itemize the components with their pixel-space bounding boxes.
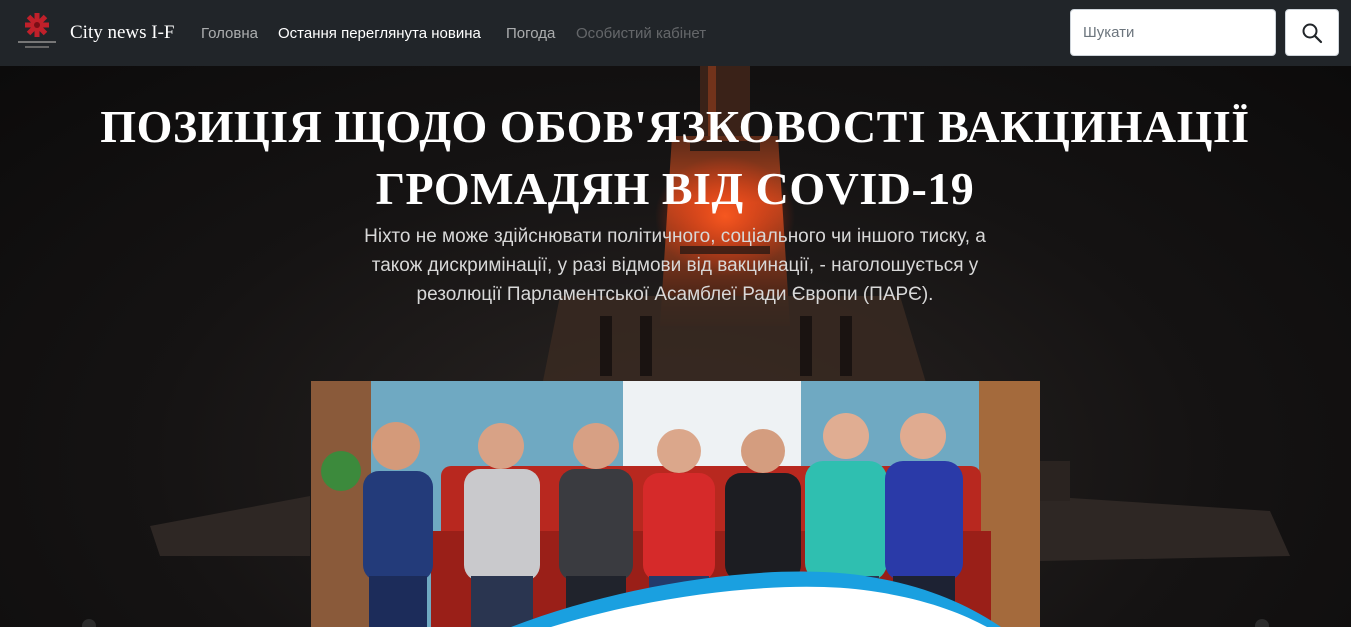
nav-weather-link[interactable]: Погода bbox=[506, 25, 555, 42]
article-title: ПОЗИЦІЯ ЩОДО ОБОВ'ЯЗКОВОСТІ ВАКЦИНАЦІЇ Г… bbox=[100, 101, 1250, 214]
search-icon bbox=[1302, 23, 1323, 43]
city-logo[interactable] bbox=[14, 10, 60, 54]
search-button[interactable] bbox=[1285, 9, 1339, 56]
nav-last-viewed-link[interactable]: Остання переглянута новина bbox=[278, 25, 481, 42]
hero-section: ПОЗИЦІЯ ЩОДО ОБОВ'ЯЗКОВОСТІ ВАКЦИНАЦІЇ Г… bbox=[0, 66, 1351, 627]
nav-cabinet-link-disabled: Особистий кабінет bbox=[576, 25, 707, 42]
children-on-sofa-image bbox=[311, 381, 1040, 627]
carousel-dot-right bbox=[1255, 619, 1269, 627]
article-photo bbox=[311, 381, 1040, 627]
nav-home-link[interactable]: Головна bbox=[201, 25, 258, 42]
article-lead: Ніхто не може здійснювати політичного, с… bbox=[364, 226, 986, 305]
carousel-dot-left bbox=[82, 619, 96, 627]
search-input[interactable] bbox=[1070, 9, 1276, 56]
brand-link[interactable]: City news I-F bbox=[70, 22, 175, 44]
top-navbar: City news I-F Головна Остання переглянут… bbox=[0, 0, 1351, 66]
